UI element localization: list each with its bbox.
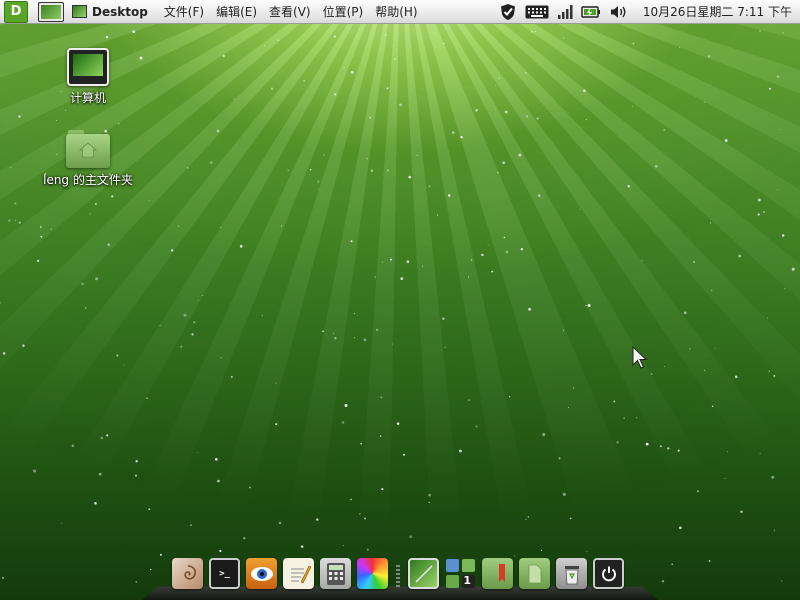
computer-icon [67, 48, 109, 86]
text-editor-icon[interactable] [283, 558, 314, 589]
color-picker-icon[interactable] [357, 558, 388, 589]
desktop-icon-home-folder[interactable]: leng 的主文件夹 [40, 128, 136, 188]
desktop-icon-label: 计算机 [69, 91, 106, 105]
power-icon[interactable] [593, 558, 624, 589]
network-signal-icon[interactable] [557, 3, 573, 21]
workspace-number: 1 [463, 574, 471, 587]
desktop-icon-computer[interactable]: 计算机 [40, 48, 136, 106]
menu-file[interactable]: 文件(F) [158, 3, 210, 20]
system-tray: 10月26日星期二 7:11 下午 [499, 3, 800, 21]
clock[interactable]: 10月26日星期二 7:11 下午 [643, 3, 792, 20]
menu-view[interactable]: 查看(V) [263, 3, 317, 20]
mouse-cursor-icon [632, 346, 648, 369]
show-desktop-button[interactable] [38, 1, 64, 22]
app-menu-logo-button[interactable]: D [4, 0, 28, 23]
global-menu-bar: 文件(F) 编辑(E) 查看(V) 位置(P) 帮助(H) [158, 3, 424, 20]
desktop-icon-label: leng 的主文件夹 [43, 173, 133, 187]
volume-icon[interactable] [609, 3, 629, 21]
menu-edit[interactable]: 编辑(E) [210, 3, 263, 20]
bookmark-folder-icon[interactable] [482, 558, 513, 589]
terminal-icon[interactable]: >_ [209, 558, 240, 589]
calculator-icon[interactable] [320, 558, 351, 589]
dock-separator [396, 565, 400, 589]
top-panel: D Desktop 文件(F) 编辑(E) 查看(V) 位置(P) 帮助(H) … [0, 0, 800, 24]
keyboard-icon[interactable] [525, 3, 549, 21]
desktop-app-icon [72, 5, 87, 18]
menu-help[interactable]: 帮助(H) [369, 3, 423, 20]
security-shield-icon[interactable] [499, 3, 517, 21]
trash-icon[interactable] [556, 558, 587, 589]
documents-folder-icon[interactable] [519, 558, 550, 589]
dock: >_ 1 [172, 558, 624, 589]
menu-places[interactable]: 位置(P) [317, 3, 370, 20]
active-app-name: Desktop [92, 4, 148, 19]
nautilus-shell-icon[interactable] [172, 558, 203, 589]
screenshot-icon[interactable] [408, 558, 439, 589]
workspace-switcher-icon[interactable]: 1 [445, 558, 476, 589]
home-folder-icon [66, 128, 110, 168]
active-app-title[interactable]: Desktop [72, 5, 148, 19]
eye-viewer-icon[interactable] [246, 558, 277, 589]
battery-icon[interactable] [581, 3, 601, 21]
